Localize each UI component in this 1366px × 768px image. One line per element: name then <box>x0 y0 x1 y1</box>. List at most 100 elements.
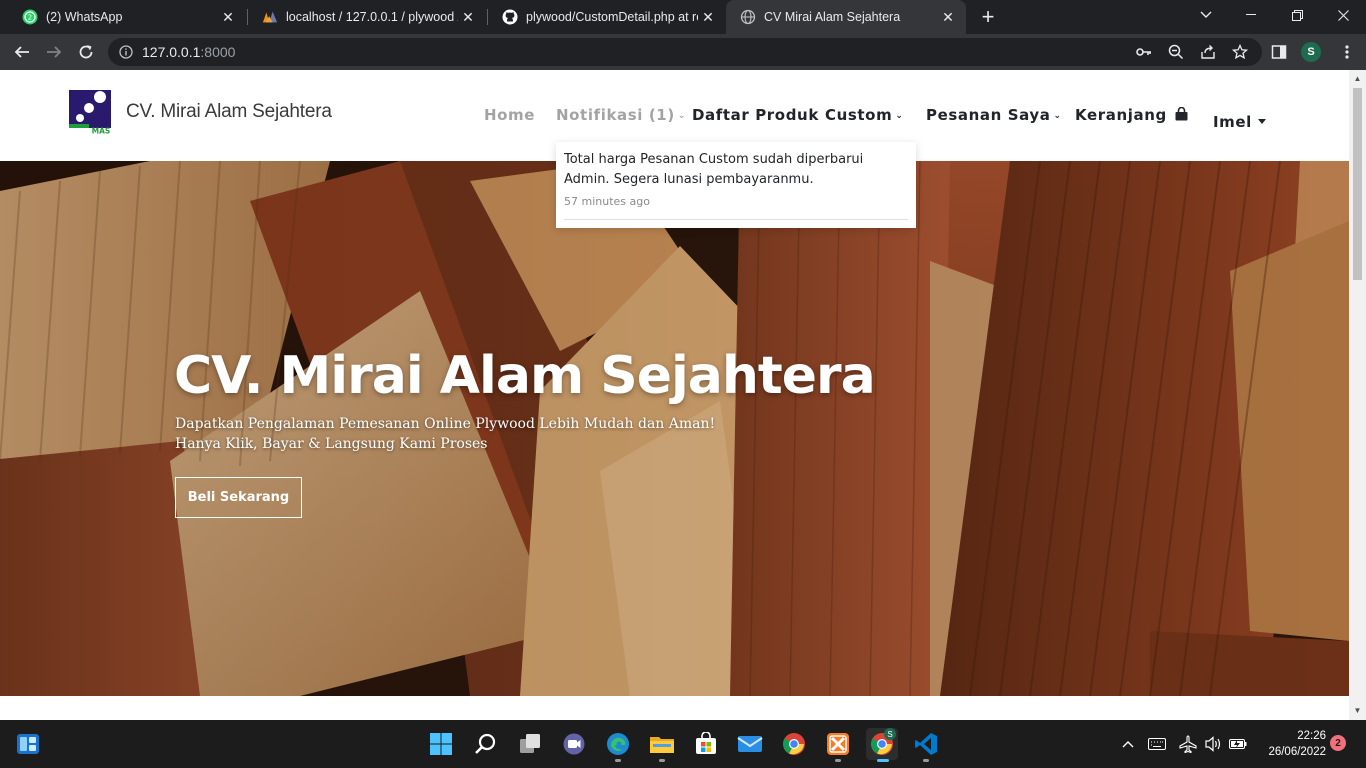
volume-icon[interactable] <box>1203 734 1223 754</box>
chevron-down-icon: ⌄ <box>1053 111 1062 121</box>
tab-title: localhost / 127.0.0.1 / plywood / <box>286 10 458 24</box>
notification-time: 57 minutes ago <box>564 195 650 208</box>
running-indicator <box>877 759 889 762</box>
globe-icon <box>740 9 756 25</box>
address-bar[interactable]: 127.0.0.1:8000 <box>108 38 1262 66</box>
notification-message[interactable]: Total harga Pesanan Custom sudah diperba… <box>564 150 908 190</box>
close-tab-icon[interactable]: ✕ <box>938 7 958 27</box>
scroll-up-icon[interactable]: ▲ <box>1353 74 1362 83</box>
notification-dropdown: Total harga Pesanan Custom sudah diperba… <box>556 142 916 228</box>
nav-home[interactable]: Home <box>484 106 535 124</box>
keyboard-icon[interactable] <box>1147 734 1167 754</box>
close-window-button[interactable] <box>1320 0 1366 30</box>
system-clock[interactable]: 22:26 26/06/2022 <box>1252 728 1326 760</box>
show-hidden-icons-chevron-icon[interactable] <box>1118 734 1138 754</box>
site-info-icon[interactable] <box>118 44 134 60</box>
running-indicator <box>615 759 621 762</box>
start-icon[interactable] <box>425 728 457 760</box>
microsoft-store-icon[interactable] <box>690 728 722 760</box>
restore-button[interactable] <box>1274 0 1320 30</box>
new-tab-button[interactable]: + <box>976 4 1000 29</box>
share-icon[interactable] <box>1200 44 1216 60</box>
tab-search-chevron-icon[interactable] <box>1183 0 1229 30</box>
scroll-down-icon[interactable]: ▼ <box>1353 706 1362 715</box>
scrollbar-thumb[interactable] <box>1353 88 1362 280</box>
hero-subtitle: Dapatkan Pengalaman Pemesanan Online Ply… <box>175 414 715 454</box>
menu-kebab-icon[interactable] <box>1339 44 1355 60</box>
close-tab-icon[interactable]: ✕ <box>458 7 478 27</box>
github-icon <box>502 9 518 25</box>
chrome-icon[interactable] <box>778 728 810 760</box>
tab-title: plywood/CustomDetail.php at re <box>526 10 698 24</box>
svg-text:2: 2 <box>28 14 32 22</box>
nav-cart-label: Keranjang <box>1075 106 1167 124</box>
key-icon[interactable] <box>1136 44 1152 60</box>
close-tab-icon[interactable]: ✕ <box>218 7 238 27</box>
url-text: 127.0.0.1:8000 <box>142 44 236 60</box>
tab-whatsapp[interactable]: 2 (2) WhatsApp ✕ <box>8 0 246 34</box>
browser-tab-strip: 2 (2) WhatsApp ✕ localhost / 127.0.0.1 /… <box>0 0 1366 34</box>
airplane-mode-icon[interactable] <box>1178 734 1198 754</box>
task-view-icon[interactable] <box>514 728 546 760</box>
profile-avatar[interactable]: S <box>1301 42 1321 62</box>
xampp-icon[interactable] <box>822 728 854 762</box>
zoom-icon[interactable] <box>1168 44 1184 60</box>
clock-date: 26/06/2022 <box>1268 746 1326 758</box>
mail-icon[interactable] <box>734 728 766 760</box>
close-tab-icon[interactable]: ✕ <box>698 7 718 27</box>
running-indicator <box>835 759 841 762</box>
tab-github[interactable]: plywood/CustomDetail.php at re ✕ <box>488 0 726 34</box>
nav-custom[interactable]: Custom ⌄ <box>825 106 903 124</box>
tab-title: (2) WhatsApp <box>46 10 123 24</box>
buy-now-button[interactable]: Beli Sekarang <box>175 477 302 518</box>
nav-my-orders-label: Pesanan Saya <box>926 106 1051 124</box>
forward-button[interactable] <box>40 38 68 66</box>
tab-mirai-alam[interactable]: CV Mirai Alam Sejahtera ✕ <box>726 0 966 34</box>
file-explorer-icon[interactable] <box>646 728 678 762</box>
battery-icon[interactable] <box>1228 734 1248 754</box>
nav-custom-label: Custom <box>825 106 893 124</box>
tab-phpmyadmin[interactable]: localhost / 127.0.0.1 / plywood / ✕ <box>248 0 486 34</box>
bookmark-star-icon[interactable] <box>1232 44 1248 60</box>
reload-button[interactable] <box>72 38 100 66</box>
teams-chat-icon[interactable] <box>558 728 590 760</box>
svg-text:MAS: MAS <box>92 127 111 136</box>
minimize-button[interactable] <box>1228 0 1274 30</box>
page-content-below-hero <box>0 696 1349 720</box>
chevron-down-icon: ⌄ <box>895 111 904 121</box>
nav-my-orders[interactable]: Pesanan Saya ⌄ <box>926 106 1062 124</box>
search-icon[interactable] <box>470 728 502 760</box>
tab-title: CV Mirai Alam Sejahtera <box>764 10 901 24</box>
forward-arrow-icon <box>47 46 62 58</box>
nav-cart[interactable]: Keranjang <box>1075 106 1188 124</box>
edge-icon[interactable] <box>602 728 634 762</box>
widgets-icon[interactable] <box>12 728 44 760</box>
nav-notifications[interactable]: Notifikasi (1) ⌄ <box>556 106 686 124</box>
profile-badge: S <box>884 728 896 740</box>
user-dropdown[interactable]: Imel <box>1213 113 1266 131</box>
clock-time: 22:26 <box>1297 730 1326 742</box>
shopping-bag-icon <box>1175 106 1188 121</box>
hero-banner: CV. Mirai Alam Sejahtera Dapatkan Pengal… <box>0 161 1349 696</box>
notification-center-badge[interactable]: 2 <box>1330 735 1346 751</box>
windows-taskbar: S 22:26 26/06/2022 2 <box>0 720 1366 768</box>
nav-product-list[interactable]: Daftar Produk <box>692 106 819 124</box>
side-panel-icon[interactable] <box>1271 44 1287 60</box>
back-button[interactable] <box>8 38 36 66</box>
divider <box>564 219 908 220</box>
reload-icon <box>79 45 93 59</box>
nav-notifications-label: Notifikasi (1) <box>556 106 675 124</box>
phpmyadmin-icon <box>262 9 278 25</box>
chrome-profile-app-icon[interactable]: S <box>866 728 898 762</box>
back-arrow-icon <box>14 46 29 58</box>
brand-name[interactable]: CV. Mirai Alam Sejahtera <box>126 101 332 123</box>
hero-subtitle-line: Dapatkan Pengalaman Pemesanan Online Ply… <box>175 416 716 432</box>
vscode-icon[interactable] <box>910 728 942 762</box>
site-logo[interactable]: MAS <box>67 88 113 136</box>
page-scrollbar[interactable]: ▲ ▼ <box>1349 70 1366 720</box>
caret-down-icon <box>1257 119 1266 124</box>
running-indicator <box>659 759 665 762</box>
whatsapp-icon: 2 <box>22 9 38 25</box>
running-indicator <box>923 759 929 762</box>
chevron-down-icon: ⌄ <box>677 111 686 121</box>
